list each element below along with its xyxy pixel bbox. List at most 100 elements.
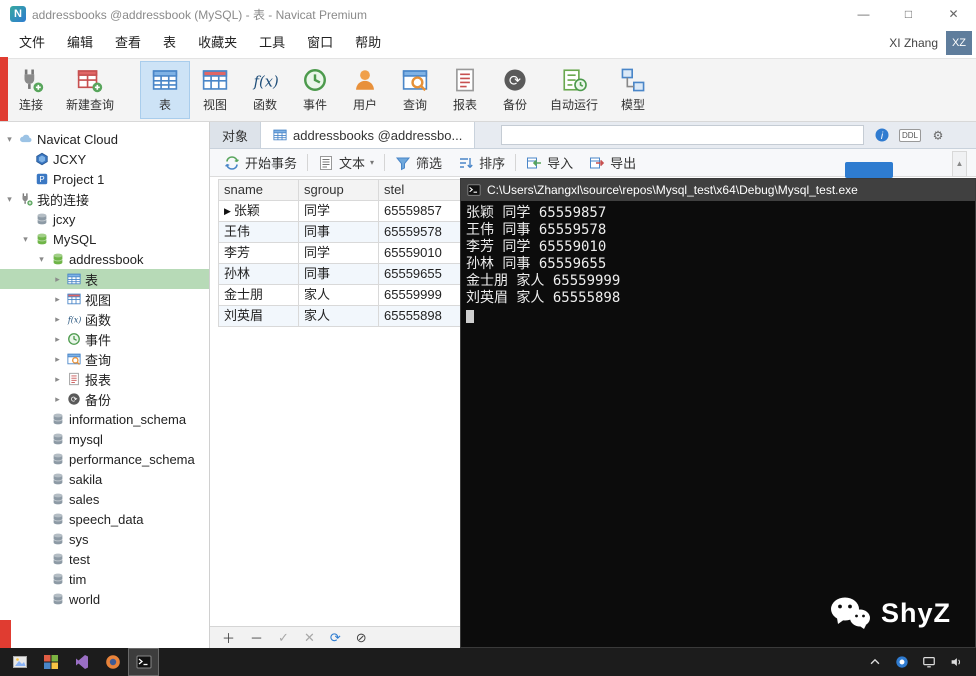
toolbar-automation-button[interactable]: 自动运行 [540, 61, 608, 119]
grid-cell[interactable]: 65559010 [379, 243, 464, 264]
apply-changes-button[interactable]: ✓ [278, 630, 289, 646]
menu-view[interactable]: 查看 [104, 28, 152, 58]
chevron-right-icon[interactable]: ▸ [52, 314, 63, 325]
sidebar-item-performance-schema[interactable]: performance_schema [0, 449, 209, 469]
sort-button[interactable]: 排序 [450, 150, 513, 175]
grid-cell[interactable]: 家人 [299, 306, 379, 327]
sidebar-item-world[interactable]: world [0, 589, 209, 609]
toolbar-events-button[interactable]: 事件 [290, 61, 340, 119]
chevron-down-icon[interactable]: ▾ [4, 194, 15, 205]
grid-cell[interactable]: 同学 [299, 201, 379, 222]
scrollbar-up-button[interactable]: ▲ [952, 151, 967, 177]
taskbar-app-tiles[interactable] [35, 648, 66, 676]
column-header-sname[interactable]: sname [219, 180, 299, 201]
console-titlebar[interactable]: C:\Users\Zhangxl\source\repos\Mysql_test… [461, 179, 975, 201]
stop-button[interactable]: ⊘ [356, 630, 367, 646]
menu-tools[interactable]: 工具 [248, 28, 296, 58]
gear-icon[interactable] [930, 127, 946, 143]
filter-input[interactable] [501, 125, 864, 145]
sidebar-item-sakila[interactable]: sakila [0, 469, 209, 489]
sidebar-item-mysql-connection[interactable]: ▾ MySQL [0, 229, 209, 249]
menu-window[interactable]: 窗口 [296, 28, 344, 58]
chevron-right-icon[interactable]: ▸ [52, 334, 63, 345]
toolbar-query-button[interactable]: 查询 [390, 61, 440, 119]
toolbar-backup-button[interactable]: 备份 [490, 61, 540, 119]
side-panel-button[interactable] [845, 162, 893, 178]
begin-transaction-button[interactable]: 开始事务 [216, 150, 305, 175]
logged-in-user[interactable]: XI Zhang [889, 36, 938, 50]
sidebar-item-tables[interactable]: ▸ 表 [0, 269, 209, 289]
filter-button[interactable]: 筛选 [387, 150, 450, 175]
chevron-right-icon[interactable]: ▸ [52, 394, 63, 405]
sidebar-item-jcxy-project[interactable]: JCXY [0, 149, 209, 169]
sidebar-item-sys[interactable]: sys [0, 529, 209, 549]
grid-cell[interactable]: 家人 [299, 285, 379, 306]
sidebar-item-events[interactable]: ▸ 事件 [0, 329, 209, 349]
menu-file[interactable]: 文件 [8, 28, 56, 58]
tab-objects[interactable]: 对象 [210, 122, 262, 148]
sidebar-item-views[interactable]: ▸ 视图 [0, 289, 209, 309]
sidebar-item-mysql-db[interactable]: mysql [0, 429, 209, 449]
minimize-button[interactable]: — [841, 0, 886, 28]
sidebar-item-test[interactable]: test [0, 549, 209, 569]
tray-volume-button[interactable] [944, 648, 968, 676]
sidebar-item-tim[interactable]: tim [0, 569, 209, 589]
grid-cell[interactable]: 65559578 [379, 222, 464, 243]
sidebar-item-backups[interactable]: ▸ 备份 [0, 389, 209, 409]
grid-cell[interactable]: 同事 [299, 222, 379, 243]
grid-cell[interactable]: 孙林 [219, 264, 299, 285]
grid-cell[interactable]: 65555898 [379, 306, 464, 327]
grid-cell[interactable]: 65559655 [379, 264, 464, 285]
titlebar[interactable]: N addressbooks @addressbook (MySQL) - 表 … [0, 0, 976, 28]
maximize-button[interactable]: □ [886, 0, 931, 28]
chevron-down-icon[interactable]: ▾ [36, 254, 47, 265]
grid-cell[interactable]: ▶ 张颖 [219, 201, 299, 222]
ddl-icon[interactable]: DDL [898, 128, 921, 142]
sidebar-item-speech-data[interactable]: speech_data [0, 509, 209, 529]
toolbar-tables-button[interactable]: 表 [140, 61, 191, 119]
refresh-button[interactable]: ⟳ [330, 630, 341, 646]
toolbar-new-query-button[interactable]: 新建查询 [56, 61, 124, 119]
menu-table[interactable]: 表 [152, 28, 187, 58]
grid-cell[interactable]: 金士朋 [219, 285, 299, 306]
menu-edit[interactable]: 编辑 [56, 28, 104, 58]
taskbar-app-photos[interactable] [4, 648, 35, 676]
sidebar-item-information-schema[interactable]: information_schema [0, 409, 209, 429]
info-icon[interactable] [874, 127, 890, 143]
taskbar-app-console[interactable] [128, 648, 159, 676]
toolbar-report-button[interactable]: 报表 [440, 61, 490, 119]
column-header-stel[interactable]: stel [379, 180, 464, 201]
grid-cell[interactable]: 刘英眉 [219, 306, 299, 327]
grid-cell[interactable]: 65559999 [379, 285, 464, 306]
sidebar-item-queries[interactable]: ▸ 查询 [0, 349, 209, 369]
close-button[interactable]: ✕ [931, 0, 976, 28]
tab-addressbooks[interactable]: addressbooks @addressbo... [261, 122, 476, 148]
toolbar-functions-button[interactable]: 函数 [240, 61, 290, 119]
chevron-right-icon[interactable]: ▸ [52, 374, 63, 385]
menu-favorites[interactable]: 收藏夹 [187, 28, 248, 58]
grid-cell[interactable]: 李芳 [219, 243, 299, 264]
sidebar-item-project-1[interactable]: Project 1 [0, 169, 209, 189]
chevron-right-icon[interactable]: ▸ [52, 274, 63, 285]
taskbar-app-visual-studio[interactable] [66, 648, 97, 676]
text-view-button[interactable]: 文本 ▾ [310, 150, 382, 175]
grid-cell[interactable]: 同学 [299, 243, 379, 264]
sidebar-item-my-connections[interactable]: ▾ 我的连接 [0, 189, 209, 209]
grid-cell[interactable]: 王伟 [219, 222, 299, 243]
sidebar-item-addressbook-db[interactable]: ▾ addressbook [0, 249, 209, 269]
grid-cell[interactable]: 65559857 [379, 201, 464, 222]
delete-record-button[interactable]: － [250, 628, 263, 647]
chevron-down-icon[interactable]: ▾ [4, 134, 15, 145]
chevron-down-icon[interactable]: ▾ [20, 234, 31, 245]
chevron-right-icon[interactable]: ▸ [52, 294, 63, 305]
toolbar-connection-button[interactable]: 连接 [6, 61, 56, 119]
export-button[interactable]: 导出 [581, 150, 644, 175]
menu-help[interactable]: 帮助 [344, 28, 392, 58]
add-record-button[interactable]: ＋ [222, 628, 235, 647]
chevron-right-icon[interactable]: ▸ [52, 354, 63, 365]
sidebar-item-functions[interactable]: ▸ 函数 [0, 309, 209, 329]
taskbar-app-firefox[interactable] [97, 648, 128, 676]
tray-expand-button[interactable] [863, 648, 887, 676]
toolbar-views-button[interactable]: 视图 [190, 61, 240, 119]
user-avatar-badge[interactable]: XZ [946, 31, 972, 55]
